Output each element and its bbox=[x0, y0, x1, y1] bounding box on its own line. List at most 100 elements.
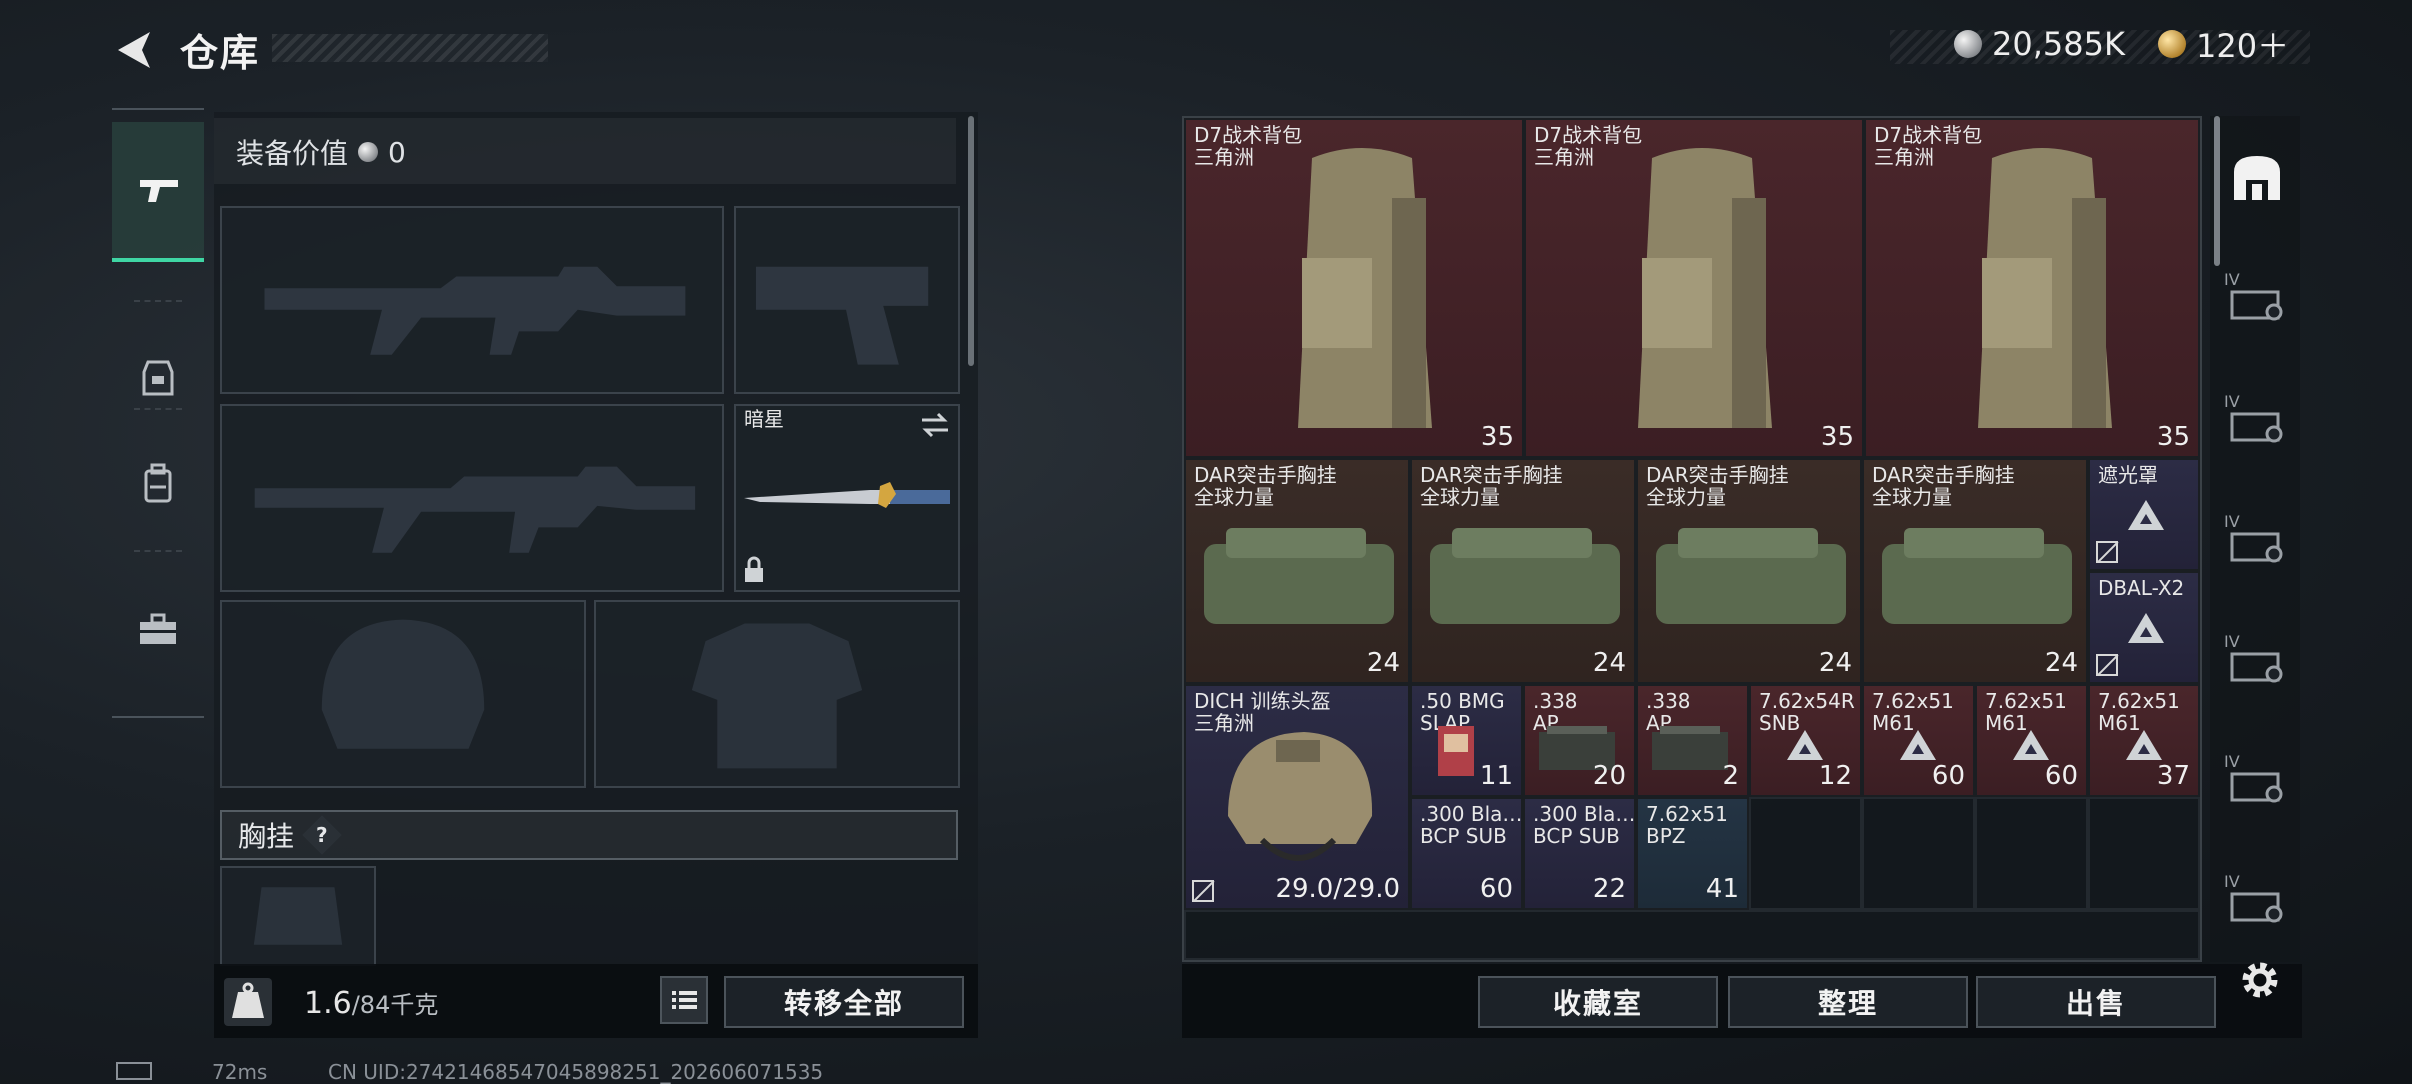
backpack-item[interactable]: D7战术背包 三角洲 35 bbox=[1184, 118, 1524, 458]
chest-rig-item[interactable]: DAR突击手胸挂 全球力量 24 bbox=[1636, 458, 1862, 684]
chest-rig-item[interactable]: DAR突击手胸挂 全球力量 24 bbox=[1410, 458, 1636, 684]
chest-rig-icon bbox=[1882, 528, 2072, 624]
mod-item[interactable]: DBAL-X2 bbox=[2088, 571, 2200, 684]
storage-page-tab[interactable]: IV bbox=[2224, 510, 2288, 570]
empty-slot[interactable] bbox=[1975, 797, 2088, 910]
not-usable-icon bbox=[2096, 654, 2118, 676]
melee-slot[interactable]: 暗星 bbox=[734, 404, 960, 592]
storage-page-tab[interactable]: IV bbox=[2224, 870, 2288, 930]
quality-triangle-icon bbox=[2128, 613, 2164, 643]
item-name: 遮光罩 bbox=[2098, 463, 2158, 487]
list-view-button[interactable] bbox=[660, 976, 708, 1024]
category-toolbox[interactable] bbox=[112, 562, 204, 698]
storage-page-tab[interactable]: IV bbox=[2224, 268, 2288, 328]
uid-readout: CN UID:27421468547045898251_202606071535 bbox=[328, 1060, 824, 1084]
storage-page-tab[interactable]: IV bbox=[2224, 390, 2288, 450]
item-name: 7.62x51 BPZ bbox=[1646, 802, 1728, 848]
organize-button[interactable]: 整理 bbox=[1728, 976, 1968, 1028]
item-name: DAR突击手胸挂 全球力量 bbox=[1194, 463, 1337, 509]
item-capacity: 24 bbox=[1592, 648, 1626, 678]
empty-slot[interactable] bbox=[2088, 797, 2200, 910]
mod-item[interactable]: 遮光罩 bbox=[2088, 458, 2200, 571]
item-capacity: 24 bbox=[1818, 648, 1852, 678]
sell-button[interactable]: 出售 bbox=[1976, 976, 2216, 1028]
silver-coin-icon bbox=[358, 142, 379, 162]
knife-icon bbox=[744, 482, 950, 508]
backpack-item[interactable]: D7战术背包 三角洲 35 bbox=[1524, 118, 1864, 458]
gold-amount: 120＋ bbox=[2196, 27, 2290, 65]
swap-icon[interactable] bbox=[920, 412, 950, 438]
equipment-scrollbar[interactable] bbox=[968, 116, 974, 366]
ammo-item[interactable]: 7.62x54R SNB 12 bbox=[1749, 684, 1862, 797]
list-icon bbox=[672, 991, 697, 1009]
chest-rig-slot[interactable] bbox=[220, 866, 376, 966]
chest-rig-label: 胸挂 bbox=[238, 820, 295, 853]
category-weapons[interactable] bbox=[112, 122, 204, 262]
item-quantity: 60 bbox=[2044, 761, 2078, 791]
ammo-item[interactable]: 7.62x51 BPZ 41 bbox=[1636, 797, 1749, 910]
melee-name: 暗星 bbox=[744, 407, 784, 431]
equipment-value: 装备价值 0 bbox=[236, 132, 406, 172]
page-title: 仓库 bbox=[180, 31, 261, 75]
toolbox-icon bbox=[140, 613, 176, 644]
weight-value: 1.6 bbox=[304, 986, 352, 1021]
warehouse-tab-icon[interactable] bbox=[2230, 150, 2284, 204]
ammo-item[interactable]: .338 AP 2 bbox=[1636, 684, 1749, 797]
equipment-value-label: 装备价值 bbox=[236, 137, 349, 170]
item-quantity: 2 bbox=[1722, 761, 1739, 791]
ammo-item[interactable]: .300 Bla… BCP SUB 22 bbox=[1523, 797, 1636, 910]
item-durability: 29.0/29.0 bbox=[1275, 874, 1400, 904]
help-icon[interactable]: ? bbox=[302, 815, 342, 855]
empty-slot-row[interactable] bbox=[1184, 910, 2200, 960]
ammo-item[interactable]: 7.62x51 M61 60 bbox=[1862, 684, 1975, 797]
item-name: .300 Bla… BCP SUB bbox=[1420, 802, 1523, 848]
quality-triangle-icon bbox=[1900, 730, 1936, 760]
armor-slot[interactable] bbox=[594, 600, 960, 788]
empty-slot[interactable] bbox=[1862, 797, 1975, 910]
gold-currency[interactable]: 120＋ bbox=[2158, 22, 2289, 66]
storage-page-tab[interactable]: IV bbox=[2224, 750, 2288, 810]
ammo-item[interactable]: .300 Bla… BCP SUB 60 bbox=[1410, 797, 1523, 910]
chest-rig-item[interactable]: DAR突击手胸挂 全球力量 24 bbox=[1862, 458, 2088, 684]
storage-scrollbar[interactable] bbox=[2214, 116, 2220, 266]
pistol-slot[interactable] bbox=[734, 206, 960, 394]
helmet-item[interactable]: DICH 训练头盔 三角洲 29.0/29.0 bbox=[1184, 684, 1410, 910]
chest-rig-icon bbox=[1656, 528, 1846, 624]
secondary-weapon-slot[interactable] bbox=[220, 404, 724, 592]
ammo-item[interactable]: 7.62x51 M61 60 bbox=[1975, 684, 2088, 797]
silver-amount: 20,585K bbox=[1992, 25, 2125, 63]
silver-currency[interactable]: 20,585K bbox=[1954, 22, 2125, 66]
armor-silhouette-icon bbox=[691, 623, 863, 769]
ammo-item[interactable]: .338 AP 20 bbox=[1523, 684, 1636, 797]
backpack-icon bbox=[1298, 148, 1432, 428]
rifle-silhouette-icon bbox=[254, 466, 696, 553]
chest-rig-icon bbox=[1430, 528, 1620, 624]
weight-total: /84千克 bbox=[351, 991, 439, 1019]
item-quantity: 41 bbox=[1705, 874, 1739, 904]
chest-rig-silhouette-icon bbox=[253, 887, 343, 945]
category-rail bbox=[112, 108, 204, 718]
helmet-slot[interactable] bbox=[220, 600, 586, 788]
gear-icon[interactable] bbox=[2236, 956, 2284, 1004]
case-icon bbox=[2230, 290, 2283, 321]
ammo-item[interactable]: 7.62x51 M61 37 bbox=[2088, 684, 2200, 797]
battery-icon bbox=[116, 1062, 152, 1080]
helmet-icon bbox=[1228, 732, 1373, 861]
backpack-item[interactable]: D7战术背包 三角洲 35 bbox=[1864, 118, 2200, 458]
rifle-silhouette-icon bbox=[264, 266, 686, 355]
silver-coin-icon bbox=[1954, 30, 1982, 58]
primary-weapon-slot[interactable] bbox=[220, 206, 724, 394]
collection-room-button[interactable]: 收藏室 bbox=[1478, 976, 1718, 1028]
empty-slot[interactable] bbox=[1749, 797, 1862, 910]
item-quantity: 37 bbox=[2156, 761, 2190, 791]
gold-coin-icon bbox=[2158, 30, 2186, 58]
ping-readout: 72ms bbox=[212, 1060, 268, 1084]
chest-rig-item[interactable]: DAR突击手胸挂 全球力量 24 bbox=[1184, 458, 1410, 684]
ammo-item[interactable]: .50 BMG SLAP 11 bbox=[1410, 684, 1523, 797]
back-arrow-icon[interactable] bbox=[112, 28, 156, 72]
item-quantity: 22 bbox=[1592, 874, 1626, 904]
item-capacity: 35 bbox=[1480, 422, 1514, 452]
storage-page-tab[interactable]: IV bbox=[2224, 630, 2288, 690]
category-backpack[interactable] bbox=[112, 416, 204, 552]
transfer-all-button[interactable]: 转移全部 bbox=[724, 976, 964, 1028]
